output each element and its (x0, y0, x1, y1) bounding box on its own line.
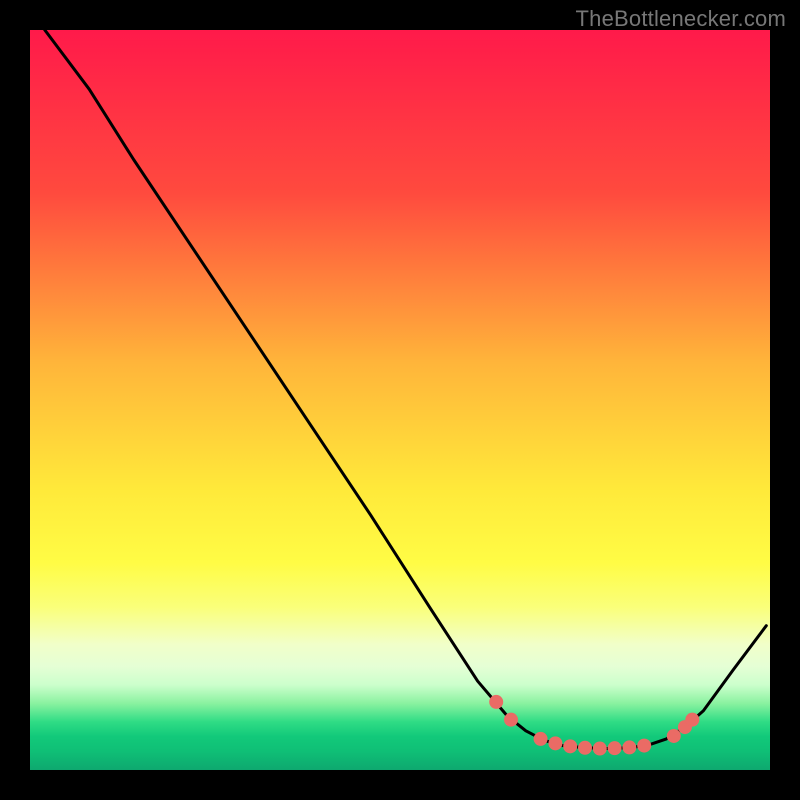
curve-marker (667, 729, 681, 743)
curve-marker (622, 740, 636, 754)
curve-marker (534, 732, 548, 746)
curve-marker (593, 742, 607, 756)
curve-marker (504, 713, 518, 727)
curve-marker (578, 741, 592, 755)
curve-marker (489, 695, 503, 709)
curve-marker (563, 739, 577, 753)
curve-marker (608, 741, 622, 755)
curve-marker (548, 736, 562, 750)
plot-area (30, 30, 770, 770)
attribution-label: TheBottlenecker.com (576, 6, 786, 32)
bottleneck-curve (30, 30, 770, 770)
curve-marker (637, 739, 651, 753)
curve-marker (685, 713, 699, 727)
